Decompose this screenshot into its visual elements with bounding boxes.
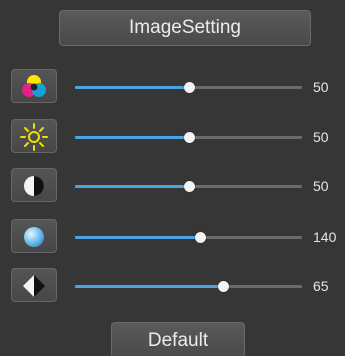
image-setting-panel: ImageSetting 50 50 50 140 65 Default	[0, 0, 345, 356]
saturation-slider-thumb[interactable]	[183, 82, 195, 93]
sun-icon	[20, 123, 48, 151]
contrast-slider-fill	[75, 185, 189, 188]
hue-value: 140	[313, 229, 337, 245]
hue-slider-thumb[interactable]	[194, 232, 206, 243]
brightness-slider-fill	[75, 136, 189, 139]
sharpness-slider-thumb[interactable]	[217, 281, 229, 292]
contrast-value: 50	[313, 178, 329, 194]
hue-slider-fill	[75, 236, 200, 239]
saturation-icon-button[interactable]	[11, 69, 57, 103]
slider-row-contrast: 50	[0, 166, 345, 206]
saturation-slider[interactable]	[75, 82, 302, 93]
hue-icon-button[interactable]	[11, 219, 57, 253]
slider-row-sharpness: 65	[0, 266, 345, 306]
saturation-value: 50	[313, 79, 329, 95]
sharpness-icon	[23, 275, 45, 297]
sharpness-slider-fill	[75, 285, 223, 288]
saturation-slider-fill	[75, 86, 189, 89]
image-setting-title: ImageSetting	[59, 10, 311, 46]
contrast-slider-thumb[interactable]	[183, 181, 195, 192]
slider-row-saturation: 50	[0, 67, 345, 107]
brightness-value: 50	[313, 129, 329, 145]
contrast-slider[interactable]	[75, 181, 302, 192]
sharpness-value: 65	[313, 278, 329, 294]
slider-row-brightness: 50	[0, 117, 345, 157]
color-wheel-icon	[22, 75, 46, 97]
sharpness-icon-button[interactable]	[11, 268, 57, 302]
blue-sphere-icon	[24, 227, 44, 247]
brightness-icon-button[interactable]	[11, 119, 57, 153]
brightness-slider[interactable]	[75, 132, 302, 143]
sharpness-slider[interactable]	[75, 281, 302, 292]
contrast-icon	[24, 176, 44, 196]
default-button[interactable]: Default	[111, 322, 245, 356]
contrast-icon-button[interactable]	[11, 168, 57, 202]
slider-row-hue: 140	[0, 217, 345, 257]
hue-slider[interactable]	[75, 232, 302, 243]
brightness-slider-thumb[interactable]	[183, 132, 195, 143]
